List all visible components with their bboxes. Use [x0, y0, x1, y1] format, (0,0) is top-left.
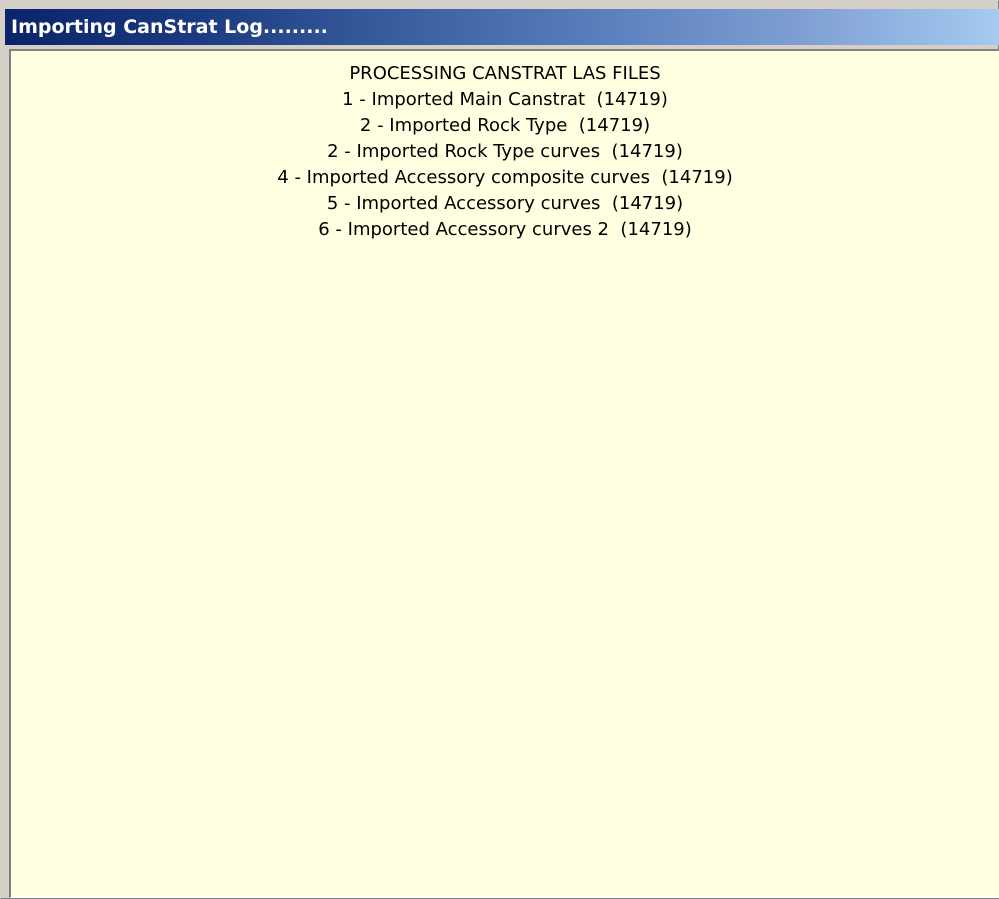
log-line-header: PROCESSING CANSTRAT LAS FILES [349, 63, 661, 84]
log-line: 2 - Imported Rock Type (14719) [359, 115, 651, 136]
log-line: 5 - Imported Accessory curves (14719) [326, 193, 684, 214]
import-progress-window: Importing CanStrat Log......... PROCESSI… [0, 0, 999, 899]
log-line: 1 - Imported Main Canstrat (14719) [342, 89, 668, 110]
log-line: 2 - Imported Rock Type curves (14719) [327, 141, 683, 162]
log-area: PROCESSING CANSTRAT LAS FILES 1 - Import… [11, 51, 999, 897]
log-line: 6 - Imported Accessory curves 2 (14719) [318, 219, 692, 240]
log-line: 4 - Imported Accessory composite curves … [277, 167, 733, 188]
log-frame: PROCESSING CANSTRAT LAS FILES 1 - Import… [9, 49, 999, 898]
window-titlebar[interactable]: Importing CanStrat Log......... [5, 9, 999, 45]
window-title: Importing CanStrat Log......... [11, 16, 328, 38]
